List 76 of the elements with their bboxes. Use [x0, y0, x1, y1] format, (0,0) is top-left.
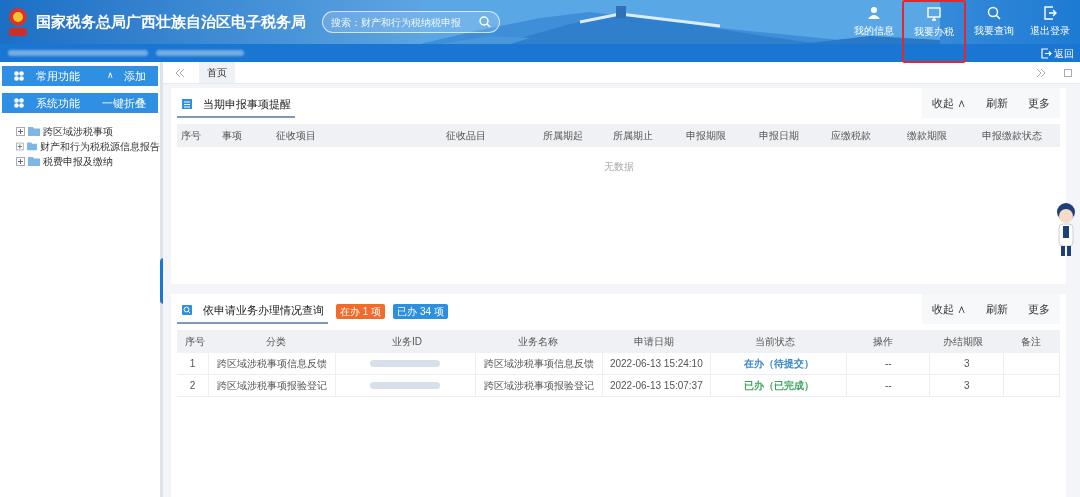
table-cell-text: 2022-06-13 15:24:10 [609, 357, 703, 371]
user-icon [867, 6, 881, 20]
column-header: 缴款期限 [907, 129, 948, 143]
panel-action[interactable]: 收起 ∧ [921, 300, 976, 318]
table-cell-text: 3 [964, 357, 970, 371]
column-header: 业务ID [391, 335, 422, 349]
site-title: 国家税务总局广西壮族自治区电子税务局 [36, 11, 306, 32]
table-cell-text: 2 [189, 379, 196, 393]
table-cell-text: 跨区域涉税事项报验登记 [483, 379, 594, 393]
list-icon [181, 98, 193, 110]
table-cell-text: 2022-06-13 15:07:37 [609, 379, 703, 393]
double-chevron-icon [1036, 67, 1046, 78]
folder-icon [26, 141, 37, 151]
table-cell-text: 跨区域涉税事项信息反馈 [216, 357, 327, 371]
tab[interactable]: 首页 [199, 62, 235, 83]
column-header: 应缴税款 [831, 129, 872, 143]
column-header: 所属期起 [543, 129, 584, 143]
column-header: 操作 [873, 335, 894, 349]
tree-item[interactable]: 税费申报及缴纳 [43, 153, 113, 169]
count-badge: 已办 34 项 [393, 304, 448, 319]
table-cell-text: -- [884, 357, 892, 371]
search-icon [181, 304, 193, 316]
status-text: 已办（已完成） [743, 379, 814, 393]
panel-action[interactable]: 更多 [1018, 94, 1060, 112]
exit-icon [1041, 47, 1052, 59]
column-header: 分类 [266, 335, 287, 349]
square-icon [1064, 68, 1072, 77]
emblem-icon [6, 6, 30, 38]
nav-button[interactable]: 退出登录 [1022, 0, 1078, 44]
panel-action[interactable]: 刷新 [976, 94, 1018, 112]
plus-icon[interactable] [16, 126, 25, 136]
search-field[interactable]: 搜索：财产和行为税纳税申报 [322, 11, 500, 33]
table-cell-text: 3 [964, 379, 970, 393]
column-header: 申报日期 [758, 129, 799, 143]
panel-title: 依申请业务办理情况查询 [203, 302, 324, 318]
column-header: 事项 [221, 129, 242, 143]
column-header: 申报缴款状态 [982, 129, 1043, 143]
search-icon [479, 16, 491, 28]
table-cell-text: 跨区域涉税事项报验登记 [216, 379, 327, 393]
panel-action[interactable]: 刷新 [976, 300, 1018, 318]
plus-icon[interactable] [16, 156, 25, 166]
column-header: 办结期限 [943, 335, 984, 349]
nav-button[interactable]: 我要查询 [966, 0, 1022, 44]
count-badge: 在办 1 项 [336, 304, 386, 319]
grid-icon [14, 71, 24, 81]
double-chevron-icon [175, 67, 185, 78]
section-title: 常用功能 [36, 68, 80, 84]
folder-icon [28, 126, 40, 136]
panel-action[interactable]: 收起 ∧ [921, 94, 976, 112]
status-text: 在办（待提交） [743, 357, 814, 371]
column-header: 序号 [181, 129, 201, 143]
tree-item[interactable]: 跨区域涉税事项 [43, 123, 113, 139]
column-header: 征收品目 [446, 129, 487, 143]
tree-item[interactable]: 财产和行为税税源信息报告 [40, 138, 160, 154]
column-header: 序号 [185, 335, 206, 349]
panel-title: 当期申报事项提醒 [203, 96, 291, 112]
panel-action[interactable]: 更多 [1018, 300, 1060, 318]
section-title: 系统功能 [36, 95, 80, 111]
exit-icon [1043, 6, 1057, 20]
folder-icon [28, 156, 40, 166]
table-cell-text: 1 [189, 357, 196, 371]
empty-message: 无数据 [603, 160, 634, 174]
column-header: 当前状态 [754, 335, 795, 349]
column-header: 所属期止 [613, 129, 653, 143]
monitor-icon [927, 7, 941, 21]
column-header: 申报期限 [685, 129, 726, 143]
column-header: 征收项目 [276, 129, 317, 143]
table-cell-text: -- [884, 379, 892, 393]
grid-icon [14, 98, 24, 108]
plus-icon[interactable] [16, 141, 24, 151]
column-header: 申请日期 [634, 335, 675, 349]
column-header: 业务名称 [517, 335, 558, 349]
column-header: 备注 [1020, 335, 1041, 349]
search-icon [987, 6, 1001, 20]
table-cell-text: 跨区域涉税事项信息反馈 [483, 357, 594, 371]
back-button[interactable]: 返回 [1041, 45, 1074, 61]
